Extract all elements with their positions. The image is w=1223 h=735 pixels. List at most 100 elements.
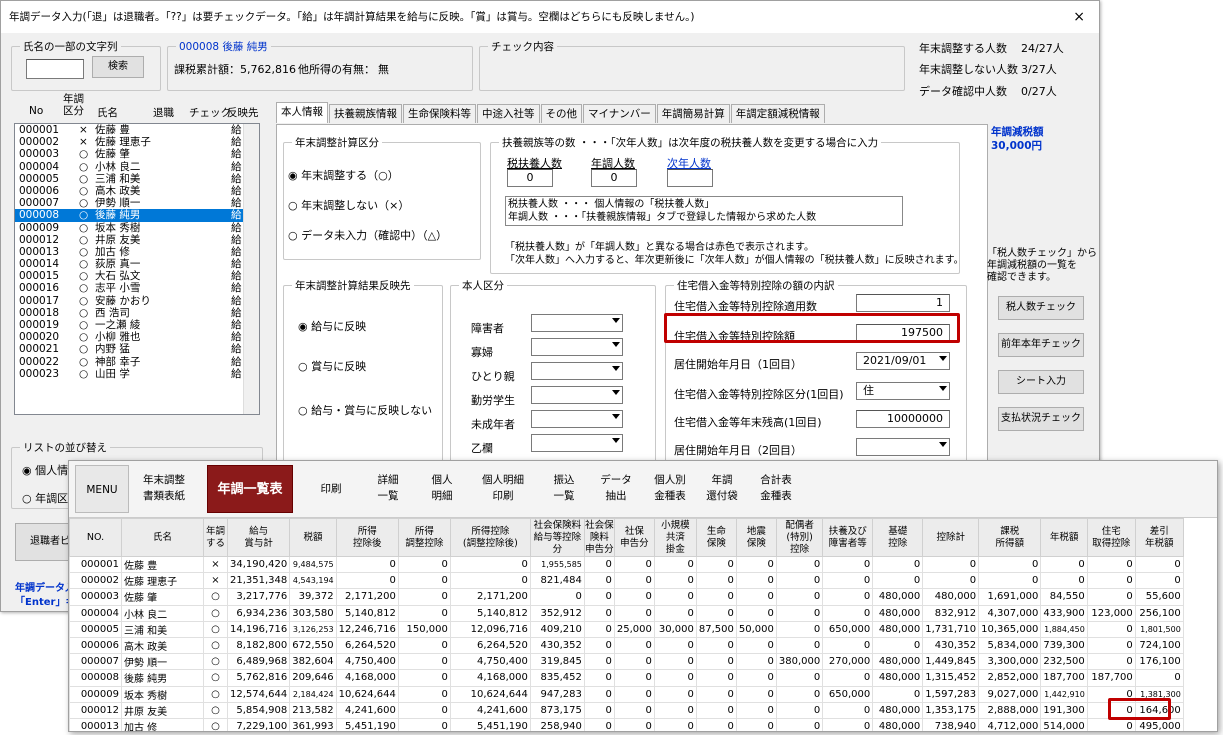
summary-cell: 5,762,816 <box>226 669 291 687</box>
tax-reduction-title: 年調減税額 <box>991 126 1044 138</box>
sort-option-1[interactable]: ◉ 個人情 <box>22 462 68 478</box>
name-search-input[interactable] <box>26 59 84 79</box>
summary-row[interactable]: 000013 加古 修 ○ 7,229,100 361,993 5,451,190 0 5,4… <box>69 717 1184 731</box>
cover-sheet-button[interactable]: 年末調整 書類表紙 <box>133 465 195 513</box>
loan-class-1-dropdown[interactable]: 住 <box>856 382 950 400</box>
reflect-none[interactable]: ○ 給与・賞与に反映しない <box>298 402 432 418</box>
summary-row[interactable]: 000006 高木 政美 ○ 8,182,800 672,550 6,264,520 0 6,… <box>69 636 1184 655</box>
employee-list-item[interactable]: 000012 ○ 井原 友美 給 <box>15 234 259 246</box>
employee-list-item[interactable]: 000006 ○ 高木 政美 給 <box>15 185 259 197</box>
summary-row[interactable]: 000012 井原 友美 ○ 5,854,908 213,582 4,241,600 0 4,… <box>69 701 1184 719</box>
denomination-button[interactable]: 個人別 金種表 <box>645 465 695 513</box>
tab-simple-calc[interactable]: 年調簡易計算 <box>656 104 730 123</box>
employee-list-item[interactable]: 000015 ○ 大石 弘文 給 <box>15 270 259 282</box>
summary-cell: 0 <box>775 588 824 606</box>
data-extract-button[interactable]: データ 抽出 <box>593 465 639 513</box>
employee-no: 000002 <box>19 136 60 149</box>
tab-mynumber[interactable]: マイナンバー <box>583 104 656 123</box>
employee-list-item[interactable]: 000003 ○ 佐藤 肇 給 <box>15 148 259 160</box>
calc-option-pending[interactable]: ○ データ未入力（確認中）（△） <box>288 227 447 243</box>
tab-fixed-tax-cut[interactable]: 年調定額減税情報 <box>730 104 825 123</box>
employee-list-item[interactable]: 000009 ○ 坂本 秀樹 給 <box>15 222 259 234</box>
self-dropdown[interactable] <box>531 314 623 332</box>
transfer-list-button[interactable]: 振込 一覧 <box>541 465 587 513</box>
tab-dependents[interactable]: 扶養親族情報 <box>329 104 402 123</box>
tax-count-check-button[interactable]: 税人数チェック <box>998 296 1084 320</box>
employee-list-item[interactable]: 000014 ○ 荻原 真一 給 <box>15 258 259 270</box>
employee-k: ○ <box>79 294 89 307</box>
employee-list-item[interactable]: 000023 ○ 山田 学 給 <box>15 368 259 380</box>
employee-list-item[interactable]: 000022 ○ 神部 幸子 給 <box>15 356 259 368</box>
list-scrollbar[interactable] <box>243 124 259 414</box>
search-button[interactable]: 検索 <box>92 56 144 78</box>
employee-no: 000009 <box>19 221 60 234</box>
employee-list-item[interactable]: 000013 ○ 加古 修 給 <box>15 246 259 258</box>
self-dropdown[interactable] <box>531 386 623 404</box>
summary-cell: 319,845 <box>529 653 585 671</box>
menu-button[interactable]: MENU <box>75 465 129 513</box>
employee-list[interactable]: 000001 × 佐藤 豊給 000002 × 佐藤 理恵子給 000003 ○ 佐藤 肇給 00… <box>14 123 260 415</box>
employee-list-item[interactable]: 000020 ○ 小柳 雅也 給 <box>15 331 259 343</box>
tab-insurance[interactable]: 生命保険料等 <box>403 104 476 123</box>
summary-col-header: 氏名 <box>121 518 204 557</box>
prev-current-check-button[interactable]: 前年本年チェック <box>998 333 1084 357</box>
self-dropdown[interactable] <box>531 410 623 428</box>
tab-personal[interactable]: 本人情報 <box>276 102 328 123</box>
reflect-salary[interactable]: ◉ 給与に反映 <box>298 318 366 334</box>
next-year-input[interactable] <box>667 169 713 187</box>
summary-cell: 87,500 <box>695 620 737 638</box>
move-in-date-1-dropdown[interactable]: 2021/09/01 <box>856 352 950 370</box>
self-dropdown[interactable] <box>531 434 623 452</box>
summary-row[interactable]: 000004 小林 良二 ○ 6,934,236 303,580 5,140,812 0 5,… <box>69 604 1184 622</box>
summary-col-header: 地震 保険 <box>735 518 777 557</box>
summary-cell: 84,550 <box>1040 588 1088 606</box>
employee-list-item[interactable]: 000021 ○ 内野 猛 給 <box>15 343 259 355</box>
sort-option-2[interactable]: ○ 年調区 <box>22 490 68 506</box>
summary-cell: 213,582 <box>289 701 337 719</box>
summary-row[interactable]: 000007 伊勢 順一 ○ 6,489,968 382,604 4,750,400 0 4,… <box>69 653 1184 671</box>
employee-list-item[interactable]: 000019 ○ 一之瀬 綾 給 <box>15 319 259 331</box>
tax-reduction-note: 「税人数チェック」から 年調減税額の一覧を 確認できます。 <box>987 248 1097 283</box>
summary-row[interactable]: 000003 佐藤 肇 ○ 3,217,776 39,372 2,171,200 0 2,17… <box>69 588 1184 606</box>
employee-no: 000016 <box>19 282 60 295</box>
employee-k: × <box>79 136 88 149</box>
self-dropdown[interactable] <box>531 362 623 380</box>
reflect-bonus[interactable]: ○ 賞与に反映 <box>298 358 366 374</box>
sheet-input-button[interactable]: シート入力 <box>998 370 1084 394</box>
employee-list-item[interactable]: 000005 ○ 三浦 和美 給 <box>15 173 259 185</box>
refund-envelope-button[interactable]: 年調 還付袋 <box>699 465 745 513</box>
totals-button[interactable]: 合計表 金種表 <box>751 465 801 513</box>
close-icon[interactable]: × <box>1073 1 1085 33</box>
calc-option-yes[interactable]: ◉ 年末調整する（○） <box>288 167 399 183</box>
summary-row[interactable]: 000001 佐藤 豊 × 34,190,420 9,484,575 0 0 0 1,955,5… <box>69 555 1184 574</box>
summary-row[interactable]: 000005 三浦 和美 ○ 14,196,716 3,126,253 12,246,71… <box>69 620 1184 638</box>
summary-row[interactable]: 000002 佐藤 理恵子 × 21,351,348 4,543,194 0 0 0 821,4… <box>69 572 1184 590</box>
personal-detail-button[interactable]: 個人 明細 <box>419 465 465 513</box>
tab-midyear[interactable]: 中途入社等 <box>477 104 540 123</box>
tab-other[interactable]: その他 <box>540 104 582 123</box>
summary-row[interactable]: 000008 後藤 純男 ○ 5,762,816 209,646 4,168,000 0 4,… <box>69 669 1184 687</box>
employee-list-item[interactable]: 000002 × 佐藤 理恵子 給 <box>15 136 259 148</box>
employee-list-item[interactable]: 000004 ○ 小林 良二 給 <box>15 161 259 173</box>
employee-list-item[interactable]: 000017 ○ 安藤 かおり 給 <box>15 295 259 307</box>
adjust-count-value: 0 <box>591 169 637 187</box>
personal-detail-print-button[interactable]: 個人明細 印刷 <box>473 465 533 513</box>
calc-option-no[interactable]: ○ 年末調整しない（×） <box>288 197 409 213</box>
loan-balance-1-input[interactable]: 10000000 <box>856 410 950 428</box>
employee-list-item[interactable]: 000001 × 佐藤 豊 給 <box>15 124 259 136</box>
employee-list-item[interactable]: 000018 ○ 西 浩司 給 <box>15 307 259 319</box>
summary-cell: 5,451,190 <box>449 717 531 731</box>
summary-cell: 6,264,520 <box>449 636 531 655</box>
summary-row[interactable]: 000009 坂本 秀樹 ○ 12,574,644 2,184,424 10,624,64… <box>69 685 1184 703</box>
move-in-date-2-dropdown[interactable] <box>856 438 950 456</box>
self-dropdown[interactable] <box>531 338 623 356</box>
employee-list-item[interactable]: 000008 ○ 後藤 純男 給 <box>15 209 259 222</box>
loan-count-input[interactable]: 1 <box>856 294 950 312</box>
employee-list-item[interactable]: 000007 ○ 伊勢 順一 給 <box>15 197 259 209</box>
print-button[interactable]: 印刷 <box>309 465 353 513</box>
detail-list-button[interactable]: 詳細 一覧 <box>365 465 411 513</box>
payment-status-check-button[interactable]: 支払状況チェック <box>998 407 1084 431</box>
employee-list-item[interactable]: 000016 ○ 志平 小雪 給 <box>15 282 259 294</box>
summary-list-button[interactable]: 年調一覧表 <box>207 465 293 513</box>
summary-cell: × <box>203 555 228 574</box>
